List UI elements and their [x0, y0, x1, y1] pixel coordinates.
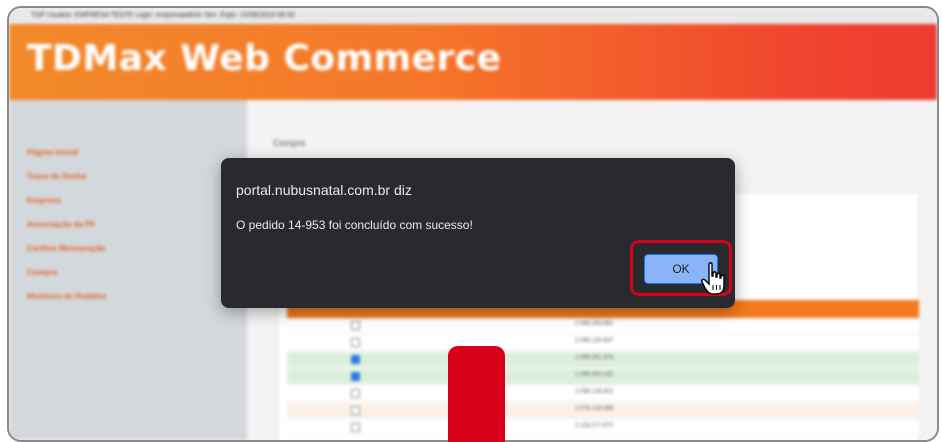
sidebar-item-history[interactable]: Histórico de Pedidos	[27, 292, 107, 301]
row-value: 2.086.130.637	[575, 338, 614, 344]
sidebar-item-association[interactable]: Associação da PF	[27, 220, 95, 229]
sidebar: Página Inicial Troca de Senha Empresa As…	[9, 100, 247, 440]
sidebar-item-purchase[interactable]: Compra	[27, 268, 57, 277]
row-value: 2.086.359.662	[575, 321, 614, 327]
row-checkbox[interactable]	[351, 355, 360, 364]
row-value: 2.095.400.291	[575, 372, 614, 378]
row-checkbox[interactable]	[351, 372, 360, 381]
row-checkbox[interactable]	[351, 389, 360, 398]
hand-cursor-icon	[701, 262, 725, 295]
table-row: 2.076.128.988	[287, 403, 919, 419]
breadcrumb: Compra	[273, 138, 306, 148]
app-header: TDMax Web Commerce	[9, 24, 937, 100]
alert-dialog: portal.nubusnatal.com.br diz O pedido 14…	[221, 158, 735, 308]
row-value: 2.118.277.670	[575, 423, 613, 429]
row-value: 2.069.351.876	[575, 355, 614, 361]
sidebar-item-home[interactable]: Página Inicial	[27, 148, 78, 157]
row-value: 2.095.138.601	[575, 389, 614, 395]
dialog-origin: portal.nubusnatal.com.br diz	[236, 182, 412, 198]
row-checkbox[interactable]	[351, 423, 360, 432]
row-checkbox[interactable]	[351, 406, 360, 415]
table-row: 2.086.359.662	[287, 318, 919, 334]
table-row: 2.118.277.670	[287, 420, 919, 436]
app-title: TDMax Web Commerce	[27, 38, 502, 79]
row-value: 2.076.128.988	[575, 406, 614, 412]
dialog-message: O pedido 14-953 foi concluído com sucess…	[236, 218, 473, 232]
table-row: 2.095.138.601	[287, 386, 919, 402]
table-row: 2.095.400.291	[287, 369, 919, 385]
sidebar-item-cards[interactable]: Cartões Mensuração	[27, 244, 106, 253]
red-arrow-marker	[448, 346, 505, 442]
table-row: 2.086.130.637	[287, 335, 919, 351]
row-checkbox[interactable]	[351, 321, 360, 330]
row-checkbox[interactable]	[351, 338, 360, 347]
session-bar: TDP Usuário: EMPRESA TESTE Login: empres…	[9, 8, 937, 24]
table-row: 2.069.351.876	[287, 352, 919, 368]
sidebar-item-company[interactable]: Empresa	[27, 196, 61, 205]
sidebar-item-password[interactable]: Troca de Senha	[27, 172, 86, 181]
